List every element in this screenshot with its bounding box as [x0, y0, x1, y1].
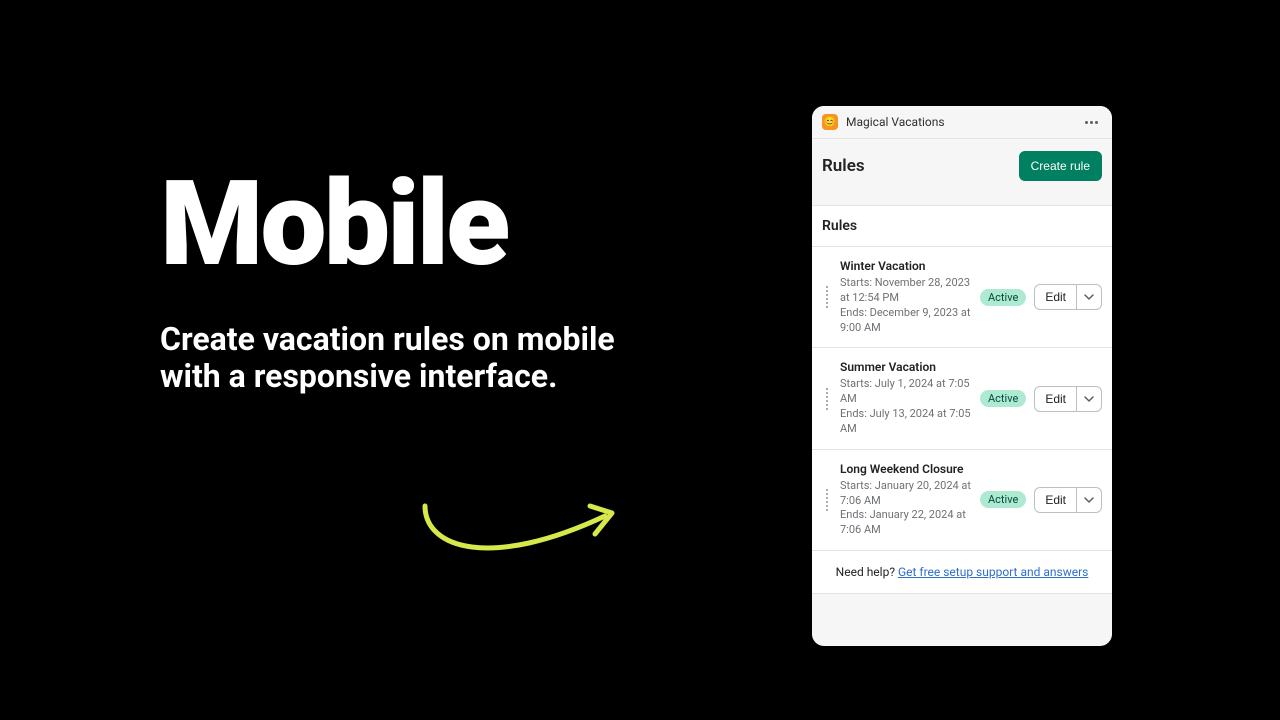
edit-button[interactable]: Edit — [1034, 487, 1077, 513]
edit-dropdown-button[interactable] — [1077, 284, 1102, 310]
help-row: Need help? Get free setup support and an… — [812, 551, 1112, 594]
rules-card: Rules Winter Vacation Starts: November 2… — [812, 205, 1112, 551]
chevron-down-icon — [1084, 394, 1094, 404]
edit-button-group: Edit — [1034, 487, 1102, 513]
rule-ends: Ends: December 9, 2023 at 9:00 AM — [840, 306, 972, 336]
rule-name: Summer Vacation — [840, 360, 972, 374]
rule-starts: Starts: January 20, 2024 at 7:06 AM — [840, 479, 972, 509]
edit-button-group: Edit — [1034, 284, 1102, 310]
drag-handle-icon[interactable] — [822, 286, 832, 308]
rule-ends: Ends: July 13, 2024 at 7:05 AM — [840, 407, 972, 437]
edit-button[interactable]: Edit — [1034, 386, 1077, 412]
drag-handle-icon[interactable] — [822, 489, 832, 511]
rule-info: Winter Vacation Starts: November 28, 202… — [840, 259, 972, 335]
edit-dropdown-button[interactable] — [1077, 386, 1102, 412]
rule-name: Long Weekend Closure — [840, 462, 972, 476]
app-header: 😊 Magical Vacations — [812, 106, 1112, 139]
rule-name: Winter Vacation — [840, 259, 972, 273]
create-rule-button[interactable]: Create rule — [1019, 151, 1102, 181]
rule-starts: Starts: July 1, 2024 at 7:05 AM — [840, 377, 972, 407]
card-header: Rules — [812, 206, 1112, 247]
drag-handle-icon[interactable] — [822, 388, 832, 410]
hero-subtitle: Create vacation rules on mobile with a r… — [160, 321, 680, 395]
help-link[interactable]: Get free setup support and answers — [898, 565, 1088, 579]
rule-dates: Starts: January 20, 2024 at 7:06 AM Ends… — [840, 479, 972, 538]
help-prefix: Need help? — [836, 565, 898, 579]
hero-title: Mobile — [160, 165, 680, 283]
status-badge: Active — [980, 491, 1026, 508]
hero-section: Mobile Create vacation rules on mobile w… — [160, 165, 680, 395]
edit-button[interactable]: Edit — [1034, 284, 1077, 310]
app-icon: 😊 — [822, 114, 838, 130]
page-title: Rules — [822, 156, 865, 176]
rule-starts: Starts: November 28, 2023 at 12:54 PM — [840, 276, 972, 306]
rule-row: Winter Vacation Starts: November 28, 202… — [812, 247, 1112, 348]
rule-dates: Starts: July 1, 2024 at 7:05 AM Ends: Ju… — [840, 377, 972, 436]
rule-dates: Starts: November 28, 2023 at 12:54 PM En… — [840, 276, 972, 335]
app-name: Magical Vacations — [846, 115, 1081, 129]
arrow-icon — [420, 498, 620, 578]
status-badge: Active — [980, 390, 1026, 407]
rule-info: Long Weekend Closure Starts: January 20,… — [840, 462, 972, 538]
rule-row: Long Weekend Closure Starts: January 20,… — [812, 450, 1112, 550]
rule-row: Summer Vacation Starts: July 1, 2024 at … — [812, 348, 1112, 449]
status-badge: Active — [980, 289, 1026, 306]
mobile-mockup: 😊 Magical Vacations Rules Create rule Ru… — [812, 106, 1112, 646]
rule-info: Summer Vacation Starts: July 1, 2024 at … — [840, 360, 972, 436]
rule-ends: Ends: January 22, 2024 at 7:06 AM — [840, 508, 972, 538]
chevron-down-icon — [1084, 495, 1094, 505]
chevron-down-icon — [1084, 292, 1094, 302]
page-header: Rules Create rule — [812, 139, 1112, 193]
edit-dropdown-button[interactable] — [1077, 487, 1102, 513]
edit-button-group: Edit — [1034, 386, 1102, 412]
more-icon[interactable] — [1081, 117, 1102, 128]
